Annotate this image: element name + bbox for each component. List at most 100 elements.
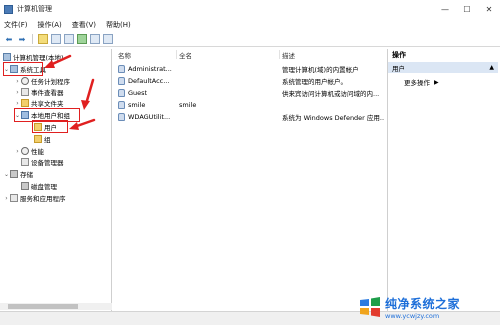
chevron-right-icon[interactable]: › <box>14 78 21 85</box>
arrow-left-icon[interactable]: ⬅ <box>4 34 14 44</box>
minimize-button[interactable]: — <box>434 0 456 18</box>
watermark: 纯净系统之家 www.ycwjzy.com <box>358 293 494 321</box>
tree-label: 任务计划程序 <box>31 78 70 86</box>
menu-bar: 文件(F) 操作(A) 查看(V) 帮助(H) <box>0 18 500 32</box>
chevron-right-icon[interactable]: › <box>3 195 10 202</box>
chevron-right-icon[interactable]: › <box>14 100 21 107</box>
highlight-system-tools <box>3 62 43 76</box>
title-bar: 计算机管理 — ☐ ✕ <box>0 0 500 18</box>
tree-label: 计算机管理(本地) <box>13 54 64 62</box>
users-list: 名称 全名 描述 Administrat... 管理计算机(域)的内置帐户 De… <box>114 49 385 311</box>
chevron-right-icon[interactable]: › <box>14 89 21 96</box>
tree-label: 磁盘管理 <box>31 183 57 191</box>
export-list-icon[interactable] <box>64 34 74 44</box>
column-separator[interactable] <box>176 50 177 59</box>
watermark-brand: 纯净系统之家 <box>385 296 461 311</box>
more-actions-label: 更多操作 <box>404 79 430 87</box>
close-button[interactable]: ✕ <box>478 0 500 18</box>
window-title: 计算机管理 <box>17 5 52 13</box>
shared-folder-icon <box>21 99 29 107</box>
tree-item-shared-folders[interactable]: › 共享文件夹 <box>14 98 64 108</box>
table-row[interactable]: Administrat... 管理计算机(域)的内置帐户 <box>114 63 385 74</box>
user-icon <box>118 100 125 109</box>
table-row[interactable]: Guest 供来宾访问计算机或访问域的内... <box>114 87 385 98</box>
user-icon <box>118 76 125 85</box>
storage-icon <box>10 170 18 178</box>
actions-section-users[interactable]: 用户 ▲ <box>388 62 498 73</box>
properties-icon[interactable] <box>103 34 113 44</box>
more-actions-item[interactable]: 更多操作 ▶ <box>404 77 439 88</box>
column-header-fullname[interactable]: 全名 <box>179 49 279 60</box>
up-folder-icon[interactable] <box>38 34 48 44</box>
arrow-right-icon[interactable]: ➡ <box>17 34 27 44</box>
user-name: DefaultAcc... <box>128 76 170 85</box>
menu-file[interactable]: 文件(F) <box>4 20 28 30</box>
chevron-right-icon[interactable]: › <box>14 148 21 155</box>
cell-fullname <box>179 75 279 86</box>
table-row[interactable]: WDAGUtilit... 系统为 Windows Defender 应用... <box>114 111 385 122</box>
tree-label: 组 <box>44 136 51 144</box>
device-manager-icon <box>21 158 29 166</box>
table-row[interactable]: smile smile <box>114 99 385 110</box>
refresh-icon[interactable] <box>77 34 87 44</box>
tree-item-performance[interactable]: › 性能 <box>14 146 44 156</box>
clock-icon <box>21 77 29 85</box>
tree-label: 设备管理器 <box>31 159 64 167</box>
menu-action[interactable]: 操作(A) <box>38 20 62 30</box>
cell-description <box>282 99 384 110</box>
table-row[interactable]: DefaultAcc... 系统管理的用户帐户。 <box>114 75 385 86</box>
toolbar-separator <box>32 34 33 44</box>
maximize-button[interactable]: ☐ <box>456 0 478 18</box>
actions-header: 操作 <box>392 50 406 59</box>
tree-item-event-viewer[interactable]: › 事件查看器 <box>14 87 64 97</box>
cell-description: 管理计算机(域)的内置帐户 <box>282 65 359 74</box>
tree-label: 性能 <box>31 148 44 156</box>
user-icon <box>118 112 125 121</box>
user-icon <box>118 64 125 73</box>
tree-item-storage[interactable]: ⌄ 存储 <box>3 169 33 179</box>
user-name: Administrat... <box>128 64 172 73</box>
user-icon <box>118 88 125 97</box>
actions-pane: 操作 用户 ▲ 更多操作 ▶ <box>387 49 500 311</box>
cell-description: 供来宾访问计算机或访问域的内... <box>282 89 380 98</box>
window-controls: — ☐ ✕ <box>434 0 500 18</box>
computer-management-icon <box>4 4 13 14</box>
tree-label: 服务和应用程序 <box>20 195 66 203</box>
cell-fullname <box>179 87 279 98</box>
services-icon <box>10 194 18 202</box>
tree-item-root[interactable]: 计算机管理(本地) <box>3 52 64 62</box>
cell-name: Guest <box>118 87 176 98</box>
collapse-icon[interactable]: ▲ <box>489 64 494 71</box>
user-name: Guest <box>128 88 148 97</box>
submenu-arrow-icon: ▶ <box>434 78 439 86</box>
actions-section-label: 用户 <box>392 64 405 73</box>
brand-logo-icon <box>360 297 380 317</box>
event-viewer-icon <box>21 88 29 96</box>
column-separator[interactable] <box>279 50 280 59</box>
menu-help[interactable]: 帮助(H) <box>106 20 131 30</box>
folder-icon <box>34 135 42 143</box>
help-icon[interactable] <box>90 34 100 44</box>
tree-item-groups[interactable]: 组 <box>34 134 51 144</box>
cell-name: smile <box>118 99 176 110</box>
tree-horizontal-scrollbar[interactable] <box>0 303 112 310</box>
tree-item-task-scheduler[interactable]: › 任务计划程序 <box>14 76 70 86</box>
disk-icon <box>21 182 29 190</box>
column-header-description[interactable]: 描述 <box>282 49 382 60</box>
show-hide-tree-icon[interactable] <box>51 34 61 44</box>
cell-name: WDAGUtilit... <box>118 111 176 122</box>
tree-item-device-manager[interactable]: 设备管理器 <box>21 157 64 167</box>
cell-description: 系统为 Windows Defender 应用... <box>282 113 384 122</box>
computer-management-icon <box>3 53 11 61</box>
menu-view[interactable]: 查看(V) <box>72 20 96 30</box>
cell-fullname: smile <box>179 100 197 109</box>
highlight-users <box>32 120 68 133</box>
tree-label: 共享文件夹 <box>31 100 64 108</box>
tree-item-disk-management[interactable]: 磁盘管理 <box>21 181 57 191</box>
tree-item-services-apps[interactable]: › 服务和应用程序 <box>3 193 66 203</box>
column-header-name[interactable]: 名称 <box>118 49 176 60</box>
scrollbar-thumb[interactable] <box>8 304 78 309</box>
watermark-url: www.ycwjzy.com <box>385 311 440 320</box>
toolbar: ⬅ ➡ <box>0 32 500 47</box>
chevron-down-icon[interactable]: ⌄ <box>3 171 10 178</box>
